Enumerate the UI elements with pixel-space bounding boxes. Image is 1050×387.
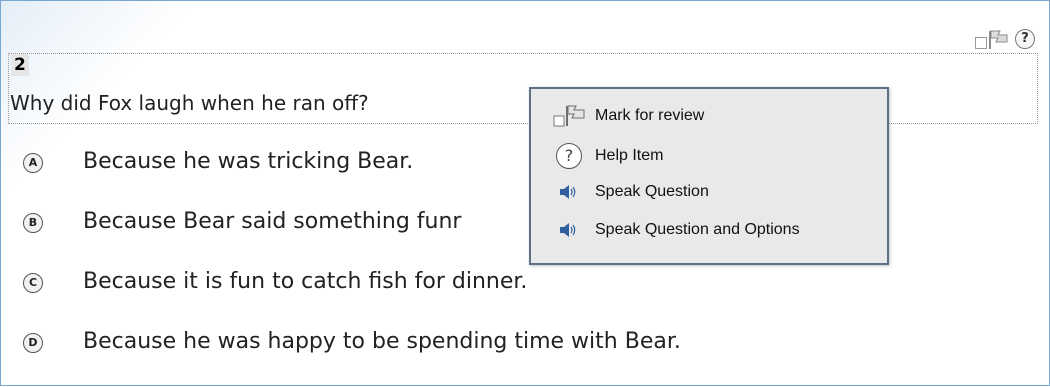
question-text: Why did Fox laugh when he ran off? [10, 91, 369, 115]
option-letter-icon: C [23, 273, 43, 293]
option-letter-icon: A [23, 153, 43, 173]
menu-item-speak-question-and-options[interactable]: Speak Question and Options [543, 215, 800, 245]
question-number: 2 [11, 54, 29, 76]
mark-for-review-toggle[interactable] [975, 29, 1009, 49]
option-d[interactable]: D Because he was happy to be spending ti… [23, 327, 681, 387]
menu-label: Help Item [595, 147, 664, 164]
flag-icon [989, 30, 1008, 49]
option-text: Because he was tricking Bear. [83, 149, 414, 174]
question-frame: ? 2 Why did Fox laugh when he ran off? A… [0, 0, 1050, 386]
menu-label: Mark for review [595, 107, 705, 124]
menu-item-speak-question[interactable]: Speak Question [543, 177, 709, 207]
option-letter-icon: D [23, 333, 43, 353]
option-text: Because he was happy to be spending time… [83, 329, 681, 354]
help-glyph: ? [556, 143, 582, 169]
option-c[interactable]: C Because it is fun to catch fish for di… [23, 267, 681, 327]
menu-label: Speak Question [595, 183, 709, 200]
help-icon[interactable]: ? [1015, 29, 1035, 49]
speaker-icon [543, 183, 595, 201]
option-text: Because it is fun to catch fish for dinn… [83, 269, 528, 294]
flag-checkbox-icon [543, 103, 595, 129]
option-letter-icon: B [23, 213, 43, 233]
menu-item-mark-for-review[interactable]: Mark for review [543, 101, 704, 131]
speaker-icon [543, 221, 595, 239]
menu-item-help-item[interactable]: ? Help Item [543, 141, 663, 171]
help-icon: ? [543, 143, 595, 169]
question-toolbar: ? [975, 29, 1035, 49]
menu-label: Speak Question and Options [595, 221, 800, 238]
checkbox-icon [975, 37, 987, 49]
option-text: Because Bear said something funr [83, 209, 462, 234]
context-menu: Mark for review ? Help Item Speak Questi… [529, 87, 889, 265]
